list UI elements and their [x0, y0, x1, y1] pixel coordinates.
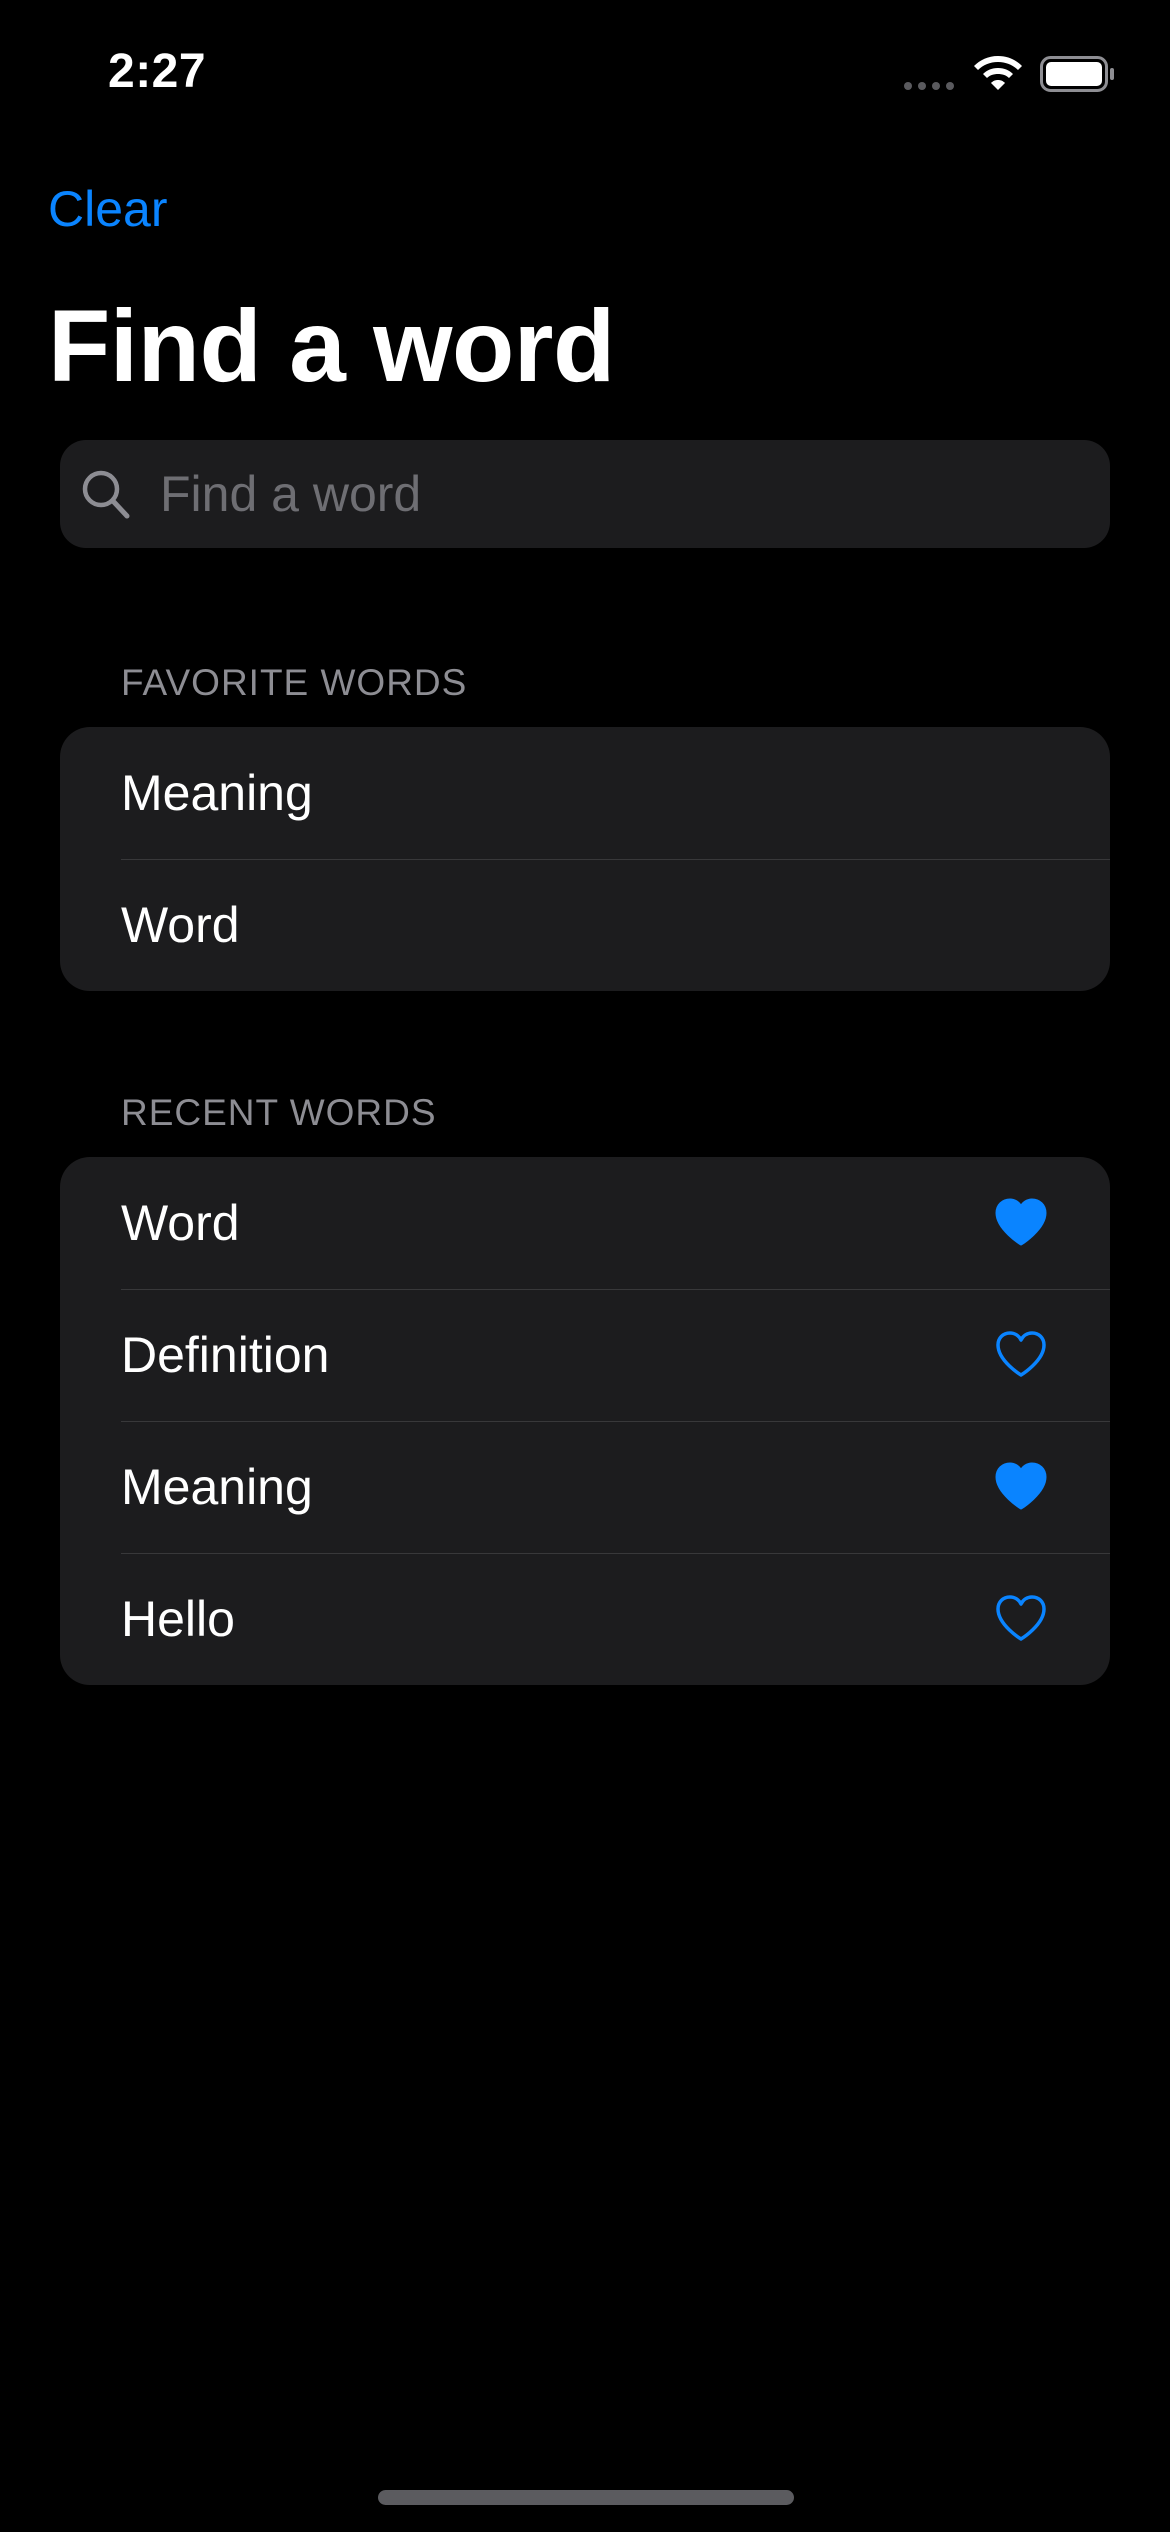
- recent-header: RECENT WORDS: [121, 1092, 437, 1133]
- recent-word-item[interactable]: Word: [60, 1157, 1110, 1289]
- favorite-word-item[interactable]: Word: [60, 859, 1110, 991]
- recent-word-label: Hello: [121, 1591, 235, 1647]
- recent-word-label: Word: [121, 1195, 240, 1251]
- search-input[interactable]: [160, 440, 1080, 548]
- heart-filled-icon[interactable]: [994, 1461, 1048, 1511]
- favorite-word-item[interactable]: Meaning: [60, 727, 1110, 859]
- heart-outline-icon[interactable]: [994, 1593, 1048, 1643]
- wifi-icon: [974, 56, 1022, 90]
- status-bar: 2:27: [0, 0, 1170, 140]
- heart-outline-icon[interactable]: [994, 1329, 1048, 1379]
- recent-word-label: Definition: [121, 1327, 330, 1383]
- recent-word-item[interactable]: Definition: [60, 1289, 1110, 1421]
- signal-dots-icon: [904, 82, 954, 90]
- status-time: 2:27: [108, 45, 207, 98]
- page-title: Find a word: [48, 289, 615, 403]
- search-field[interactable]: [60, 440, 1110, 548]
- battery-icon: [1040, 56, 1114, 92]
- clear-button[interactable]: Clear: [48, 180, 167, 238]
- favorites-header: FAVORITE WORDS: [121, 662, 468, 703]
- favorite-word-label: Word: [121, 897, 240, 953]
- recent-word-item[interactable]: Meaning: [60, 1421, 1110, 1553]
- favorite-word-label: Meaning: [121, 765, 313, 821]
- recent-word-item[interactable]: Hello: [60, 1553, 1110, 1685]
- favorites-list: Meaning Word: [60, 727, 1110, 991]
- heart-filled-icon[interactable]: [994, 1197, 1048, 1247]
- home-indicator: [378, 2490, 794, 2505]
- recent-word-label: Meaning: [121, 1459, 313, 1515]
- search-icon: [82, 470, 130, 519]
- recent-list: Word Definition Meaning Hello: [60, 1157, 1110, 1685]
